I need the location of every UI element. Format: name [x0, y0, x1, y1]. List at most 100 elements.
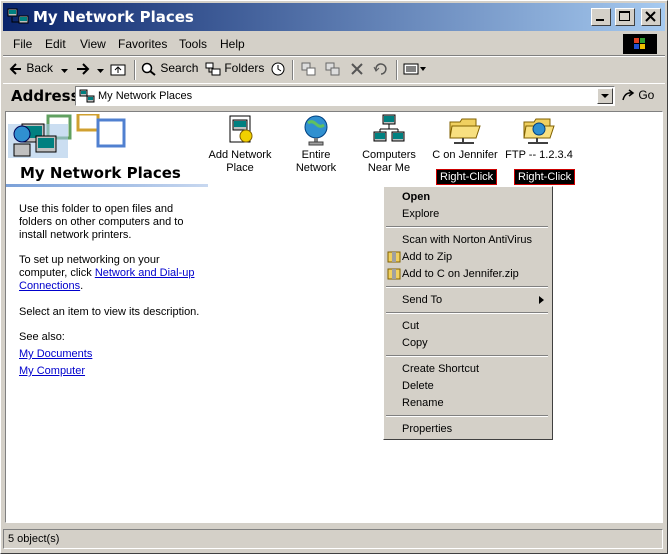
- go-label: Go: [638, 88, 655, 102]
- window-title: My Network Places: [33, 8, 194, 26]
- forward-button[interactable]: [75, 61, 91, 79]
- delete-x-icon: [351, 63, 363, 75]
- standard-toolbar: Back Search Folders: [3, 56, 665, 84]
- ctx-scan-norton[interactable]: Scan with Norton AntiVirus: [402, 232, 532, 248]
- move-to-icon: [301, 62, 316, 76]
- address-value: My Network Places: [98, 90, 193, 102]
- pane-title: My Network Places: [20, 164, 181, 182]
- submenu-arrow-icon: [539, 296, 544, 304]
- item-c-on-jennifer[interactable]: C on Jennifer: [430, 114, 500, 162]
- my-computer-link-text[interactable]: My Computer: [19, 365, 85, 377]
- move-to-button[interactable]: [301, 61, 317, 79]
- ctx-cut[interactable]: Cut: [402, 318, 419, 334]
- item-ftp[interactable]: FTP -- 1.2.3.4: [504, 114, 574, 162]
- menu-help[interactable]: Help: [220, 37, 245, 51]
- back-button[interactable]: Back: [9, 61, 53, 79]
- back-arrow-icon: [9, 63, 21, 75]
- delete-button[interactable]: [350, 61, 364, 79]
- item-label: Entire Network: [295, 149, 337, 174]
- ctx-properties[interactable]: Properties: [402, 421, 452, 437]
- chevron-down-icon: [601, 94, 609, 98]
- right-click-annotation: Right-Click: [514, 169, 576, 185]
- copy-to-icon: [325, 62, 340, 76]
- go-button[interactable]: Go: [621, 88, 654, 103]
- ctx-separator: [386, 415, 548, 417]
- maximize-icon: [619, 11, 630, 21]
- windows-logo: [623, 34, 657, 54]
- item-label: Computers Near Me: [362, 149, 416, 174]
- close-button[interactable]: [641, 8, 661, 26]
- network-folder-icon: [449, 118, 481, 144]
- dropdown-arrow-icon: [97, 68, 104, 73]
- pane-select-hint: Select an item to view its description.: [19, 306, 200, 318]
- my-documents-link-text[interactable]: My Documents: [19, 348, 92, 360]
- history-button[interactable]: [270, 61, 286, 79]
- ctx-explore[interactable]: Explore: [402, 206, 439, 222]
- forward-dropdown[interactable]: [97, 63, 105, 81]
- ctx-open[interactable]: Open: [402, 189, 430, 205]
- copy-to-button[interactable]: [325, 61, 341, 79]
- status-cell: 5 object(s): [3, 529, 663, 549]
- see-also-label: See also:: [19, 331, 65, 343]
- my-computer-link[interactable]: My Computer: [19, 365, 209, 378]
- forward-arrow-icon: [77, 63, 90, 75]
- address-dropdown-button[interactable]: [597, 88, 613, 104]
- item-computers-near-me[interactable]: Computers Near Me: [354, 114, 424, 175]
- pane-networking-hint: To set up networking on your computer, c…: [19, 254, 209, 293]
- explorer-window: My Network Places File Edit View Favorit…: [0, 0, 668, 554]
- folders-icon: [205, 62, 221, 76]
- address-input[interactable]: My Network Places: [75, 86, 615, 106]
- search-label: Search: [160, 61, 199, 75]
- item-label: C on Jennifer: [432, 149, 498, 161]
- zip-icon: [387, 251, 401, 263]
- maximize-button[interactable]: [615, 8, 635, 26]
- network-places-icon: [7, 8, 29, 24]
- item-add-network-place[interactable]: Add Network Place: [205, 114, 275, 175]
- close-icon: [645, 11, 656, 22]
- minimize-button[interactable]: [591, 8, 611, 26]
- pane-description: Use this folder to open files and folder…: [19, 203, 184, 241]
- ctx-add-to-zip[interactable]: Add to Zip: [402, 249, 452, 265]
- zip-icon: [387, 268, 401, 280]
- toolbar-separator: [292, 60, 294, 80]
- folders-label: Folders: [224, 61, 265, 75]
- menu-favorites[interactable]: Favorites: [118, 37, 167, 51]
- up-button[interactable]: [110, 61, 126, 79]
- back-label: Back: [26, 61, 54, 75]
- ctx-send-to[interactable]: Send To: [402, 292, 442, 308]
- pane-title-underline: [6, 184, 208, 187]
- undo-button[interactable]: [373, 61, 389, 79]
- undo-icon: [373, 63, 387, 75]
- item-label: FTP -- 1.2.3.4: [505, 149, 573, 161]
- menu-view[interactable]: View: [80, 37, 106, 51]
- ctx-rename[interactable]: Rename: [402, 395, 444, 411]
- ctx-delete[interactable]: Delete: [402, 378, 434, 394]
- history-icon: [271, 62, 285, 76]
- search-icon: [141, 62, 156, 76]
- folder-view[interactable]: My Network Places Use this folder to ope…: [5, 111, 663, 523]
- search-button[interactable]: Search: [141, 61, 198, 79]
- menu-tools[interactable]: Tools: [179, 37, 207, 51]
- views-button[interactable]: [403, 61, 427, 79]
- ctx-create-shortcut[interactable]: Create Shortcut: [402, 361, 479, 377]
- status-bar: 5 object(s): [3, 527, 665, 551]
- title-bar[interactable]: My Network Places: [3, 3, 665, 31]
- windows-flag-icon: [634, 38, 645, 49]
- ctx-separator: [386, 355, 548, 357]
- folders-button[interactable]: Folders: [205, 61, 264, 79]
- back-dropdown[interactable]: [61, 63, 69, 81]
- menu-file[interactable]: File: [13, 37, 32, 51]
- ftp-folder-icon: [523, 118, 555, 144]
- minimize-icon: [596, 19, 604, 21]
- address-label: Address: [11, 87, 80, 105]
- status-text: 5 object(s): [8, 533, 60, 545]
- my-documents-link[interactable]: My Documents: [19, 348, 209, 361]
- ctx-copy[interactable]: Copy: [402, 335, 428, 351]
- ctx-separator: [386, 226, 548, 228]
- ctx-add-to-named-zip[interactable]: Add to C on Jennifer.zip: [402, 266, 519, 282]
- add-network-place-icon: [229, 115, 253, 143]
- ctx-separator: [386, 286, 548, 288]
- item-entire-network[interactable]: Entire Network: [281, 114, 351, 175]
- address-bar: Address My Network Places Go: [3, 83, 665, 110]
- menu-edit[interactable]: Edit: [45, 37, 66, 51]
